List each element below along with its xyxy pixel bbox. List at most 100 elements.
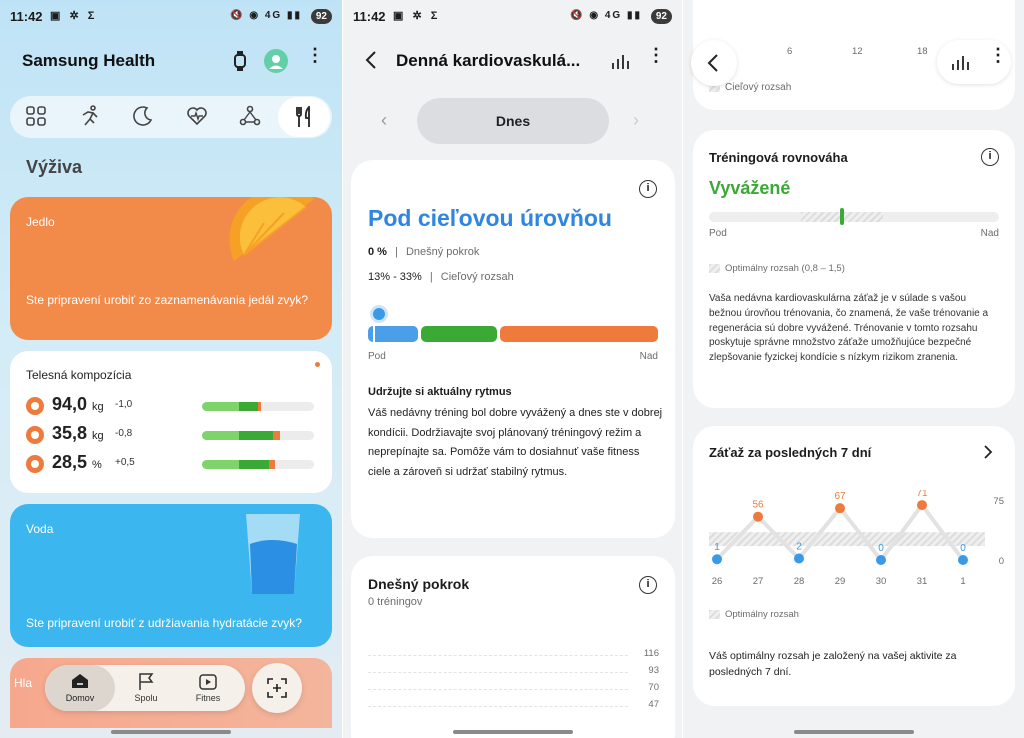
screen-cardio-daily: 11:42 ▣ ✲ Σ 🔇 ◉ 4G ▮▮ 92 Denná kardiovas… bbox=[342, 0, 682, 738]
metric-bar-light bbox=[202, 402, 239, 411]
info-icon[interactable]: i bbox=[639, 180, 657, 198]
metric-unit: kg bbox=[92, 401, 104, 413]
x-tick-label: 18 bbox=[917, 46, 928, 57]
page-title: Denná kardiovaskulá... bbox=[396, 51, 581, 70]
balance-legend: Optimálny rozsah (0,8 – 1,5) bbox=[709, 263, 845, 274]
data-point bbox=[835, 503, 845, 514]
metric-bar-green bbox=[239, 431, 273, 440]
legend-swatch bbox=[709, 609, 720, 619]
flag-icon bbox=[139, 673, 154, 690]
load-title: Záťaž za posledných 7 dní bbox=[709, 445, 872, 460]
load-7-days-card: Záťaž za posledných 7 dní 1 26 56 27 2 28 67 29… bbox=[693, 426, 1015, 706]
prev-date-button[interactable]: ‹ bbox=[381, 110, 387, 131]
metric-bar-orange bbox=[273, 431, 280, 440]
data-point bbox=[876, 555, 886, 565]
water-glass-icon bbox=[246, 514, 300, 594]
balance-title: Tréningová rovnováha bbox=[709, 150, 848, 165]
y-tick-label: 75 bbox=[993, 496, 1004, 507]
battery-indicator: 92 bbox=[310, 9, 332, 24]
gridline bbox=[368, 706, 628, 707]
progress-label: Dnešný pokrok bbox=[405, 246, 480, 258]
food-card[interactable]: Jedlo Ste pripravení urobiť zo zaznamená… bbox=[10, 197, 332, 340]
chart-view-button[interactable] bbox=[611, 52, 629, 75]
nav-fitness[interactable]: Fitnes bbox=[177, 665, 239, 711]
screen-samsung-health-nutrition: 11:42 ▣ ✲ Σ 🔇 ◉ 4G ▮▮ 92 Samsung Health … bbox=[0, 0, 342, 738]
load-details-button[interactable] bbox=[983, 444, 993, 465]
info-icon[interactable]: i bbox=[639, 576, 657, 594]
water-card[interactable]: Voda Ste pripravení urobiť z udržiavania… bbox=[10, 504, 332, 647]
x-tick-label: 31 bbox=[917, 576, 928, 587]
x-tick-label: 26 bbox=[712, 576, 723, 587]
x-tick-label: 27 bbox=[753, 576, 764, 587]
more-menu-icon[interactable]: ⋮ bbox=[647, 46, 665, 64]
metric-bar-green bbox=[239, 460, 269, 469]
home-indicator bbox=[794, 730, 914, 734]
load-legend-label: Optimálny rozsah bbox=[725, 609, 799, 620]
metric-value: 94,0 bbox=[52, 394, 88, 414]
tab-sleep[interactable] bbox=[132, 105, 154, 132]
gridline bbox=[368, 689, 628, 690]
y-tick-label: 93 bbox=[648, 665, 659, 676]
tab-activity[interactable] bbox=[79, 105, 101, 132]
current-marker bbox=[370, 305, 388, 323]
bar-chart-icon[interactable] bbox=[951, 53, 969, 71]
category-tab-bar bbox=[10, 96, 332, 138]
metric-delta: -1,0 bbox=[115, 399, 133, 410]
fork-knife-icon bbox=[296, 106, 310, 127]
range-label: Cieľový rozsah bbox=[440, 271, 514, 283]
water-card-text: Ste pripravení urobiť z udržiavania hydr… bbox=[26, 616, 302, 630]
below-range-segment bbox=[368, 326, 418, 342]
data-label: 56 bbox=[752, 500, 764, 511]
tab-overview[interactable] bbox=[26, 106, 46, 131]
nav-home[interactable]: Domov bbox=[45, 665, 115, 711]
more-menu-icon[interactable]: ⋮ bbox=[306, 46, 324, 64]
home-indicator bbox=[111, 730, 231, 734]
tab-heart[interactable] bbox=[186, 105, 208, 132]
next-card-label: Hla bbox=[14, 676, 33, 690]
watch-icon[interactable] bbox=[232, 51, 248, 71]
date-selector[interactable]: Dnes bbox=[417, 98, 609, 144]
info-icon[interactable]: i bbox=[981, 148, 999, 166]
today-progress-card: Dnešný pokrok 0 tréningov i 116 93 70 47 bbox=[351, 556, 675, 738]
current-indicator-line bbox=[373, 324, 375, 344]
range-value: 13% - 33% bbox=[368, 271, 422, 283]
water-card-label: Voda bbox=[26, 522, 54, 536]
y-tick-label: 0 bbox=[999, 556, 1004, 567]
body-fat-icon bbox=[26, 455, 44, 473]
advice-text: Váš nedávny tréning bol dobre vyvážený a… bbox=[368, 407, 663, 478]
tab-body[interactable] bbox=[239, 105, 261, 132]
metric-bar-light bbox=[202, 431, 239, 440]
tab-nutrition[interactable] bbox=[278, 97, 330, 137]
body-composition-card[interactable]: Telesná kompozícia 94,0 kg -1,0 35,8 kg -0,8 2… bbox=[10, 351, 332, 493]
nav-together[interactable]: Spolu bbox=[117, 665, 175, 711]
back-button[interactable] bbox=[365, 50, 377, 75]
date-label: Dnes bbox=[495, 113, 531, 129]
y-tick-label: 47 bbox=[648, 699, 659, 710]
weight-icon bbox=[26, 397, 44, 415]
data-point bbox=[794, 553, 804, 564]
nav-fitness-label: Fitnes bbox=[195, 693, 221, 703]
heart-pulse-icon bbox=[187, 107, 207, 126]
body-metric-row: 94,0 kg -1,0 bbox=[10, 394, 332, 419]
status-title: Pod cieľovou úrovňou bbox=[368, 205, 612, 231]
bottom-navigation: Domov Spolu Fitnes bbox=[45, 665, 245, 711]
balance-status: Vyvážené bbox=[709, 178, 791, 198]
signal-icons: 🔇 ◉ 4G ▮▮ bbox=[570, 10, 642, 21]
avatar[interactable] bbox=[264, 49, 288, 73]
food-card-text: Ste pripravení urobiť zo zaznamenávania … bbox=[26, 293, 308, 307]
metric-delta: -0,8 bbox=[115, 428, 133, 439]
data-label: 0 bbox=[878, 543, 884, 554]
clock: 11:42 bbox=[353, 9, 386, 24]
more-menu-icon[interactable]: ⋮ bbox=[989, 46, 1007, 64]
food-card-label: Jedlo bbox=[26, 215, 55, 229]
scan-button[interactable] bbox=[252, 663, 302, 713]
data-label: 67 bbox=[834, 491, 846, 502]
status-bar: 11:42 ▣ ✲ Σ 🔇 ◉ 4G ▮▮ 92 bbox=[0, 8, 342, 26]
back-button[interactable] bbox=[691, 40, 737, 86]
cardio-status-card: i Pod cieľovou úrovňou 0 % | Dnešný pokr… bbox=[351, 160, 675, 538]
data-point bbox=[958, 555, 968, 565]
notification-icons: ▣ ✲ Σ bbox=[50, 10, 98, 22]
metric-unit: % bbox=[92, 459, 102, 471]
nav-home-label: Domov bbox=[65, 693, 95, 703]
load-line-chart: 1 26 56 27 2 28 67 29 0 30 71 31 0 1 75 0 bbox=[709, 490, 1004, 587]
